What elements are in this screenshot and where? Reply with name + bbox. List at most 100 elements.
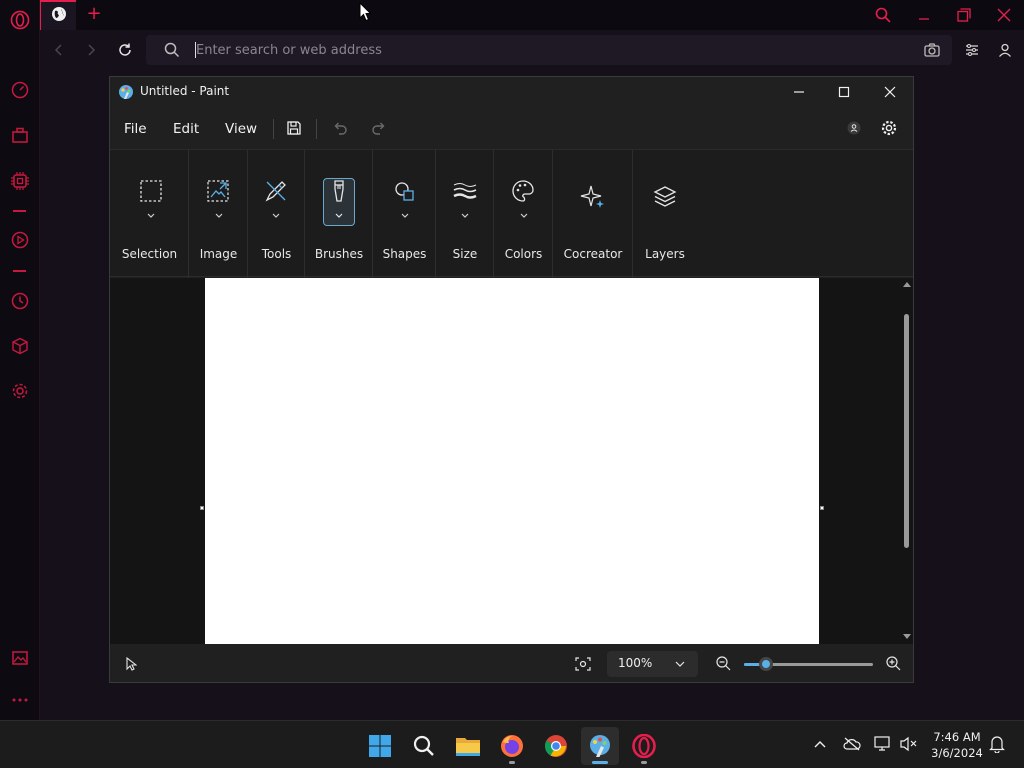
forward-icon[interactable] xyxy=(80,39,102,61)
notification-bell-icon[interactable] xyxy=(987,734,1007,754)
paint-menubar: File Edit View xyxy=(110,107,913,149)
ribbon-label: Shapes xyxy=(382,247,427,261)
address-field[interactable] xyxy=(146,35,952,65)
fit-to-window-icon[interactable] xyxy=(575,656,591,675)
ribbon-group-layers[interactable]: Layers xyxy=(633,150,697,278)
paint-window: Untitled - Paint File Edit View Selectio… xyxy=(109,76,914,683)
cocreator-sparkle-icon xyxy=(578,182,608,212)
ribbon-label: Selection xyxy=(121,247,178,261)
resize-handle-right[interactable] xyxy=(820,506,824,510)
ribbon-label: Colors xyxy=(504,247,543,261)
ribbon-group-shapes[interactable]: Shapes xyxy=(373,150,436,278)
history-icon[interactable] xyxy=(9,290,31,312)
scrollbar-thumb[interactable] xyxy=(904,314,909,548)
zoom-slider-knob[interactable] xyxy=(759,657,773,671)
chevron-down-icon xyxy=(401,213,409,218)
scroll-down-icon[interactable] xyxy=(903,634,911,640)
close-icon[interactable] xyxy=(878,81,902,103)
zoom-in-icon[interactable] xyxy=(886,656,901,675)
profile-icon[interactable] xyxy=(994,39,1016,61)
search-icon xyxy=(164,42,180,62)
ribbon-group-size[interactable]: Size xyxy=(436,150,494,278)
speed-dial-icon[interactable] xyxy=(9,79,31,101)
ribbon-group-brushes[interactable]: Brushes xyxy=(305,150,373,278)
ribbon-label: Cocreator xyxy=(563,247,623,261)
briefcase-icon[interactable] xyxy=(9,124,31,146)
sidebar-divider xyxy=(13,270,26,272)
palette-icon xyxy=(508,176,538,206)
player-icon[interactable] xyxy=(9,229,31,251)
search-tabs-icon[interactable] xyxy=(872,4,894,26)
restore-icon[interactable] xyxy=(953,4,975,26)
chrome-icon[interactable] xyxy=(537,727,575,765)
address-input[interactable] xyxy=(196,35,896,65)
ribbon-group-selection[interactable]: Selection xyxy=(110,150,189,278)
ribbon-group-cocreator[interactable]: Cocreator xyxy=(553,150,633,278)
menu-view[interactable]: View xyxy=(225,121,257,137)
chevron-down-icon xyxy=(272,213,280,218)
reload-icon[interactable] xyxy=(114,39,136,61)
paint-titlebar[interactable]: Untitled - Paint xyxy=(110,77,913,107)
ribbon-group-tools[interactable]: Tools xyxy=(248,150,305,278)
firefox-icon[interactable] xyxy=(493,727,531,765)
drawing-canvas[interactable] xyxy=(205,278,819,644)
menu-divider xyxy=(316,119,317,139)
shapes-icon xyxy=(390,176,420,206)
ribbon-label: Layers xyxy=(645,247,685,261)
account-icon[interactable] xyxy=(843,117,865,139)
chevron-down-icon xyxy=(215,213,223,218)
zoom-level-dropdown[interactable]: 100% xyxy=(607,651,698,677)
file-explorer-icon[interactable] xyxy=(449,727,487,765)
chevron-down-icon xyxy=(461,213,469,218)
save-icon[interactable] xyxy=(283,117,305,139)
tab-bar: + xyxy=(40,0,1024,30)
more-icon[interactable] xyxy=(9,689,31,711)
running-indicator xyxy=(509,761,515,764)
layers-icon xyxy=(650,182,680,212)
zoom-out-icon[interactable] xyxy=(716,656,731,675)
network-icon[interactable] xyxy=(873,734,893,754)
chevron-down-icon xyxy=(520,213,528,218)
chevron-down-icon xyxy=(675,661,685,667)
ribbon-group-colors[interactable]: Colors xyxy=(494,150,553,278)
cube-icon[interactable] xyxy=(9,335,31,357)
ai-chip-icon[interactable] xyxy=(9,170,31,192)
ribbon-group-image[interactable]: Image xyxy=(189,150,248,278)
opera-logo-icon[interactable] xyxy=(9,9,31,31)
resize-handle-left[interactable] xyxy=(200,506,204,510)
image-icon xyxy=(203,176,233,206)
paint-ribbon: Selection Image Tools Brushes Shapes Siz… xyxy=(110,149,913,278)
chevron-up-icon[interactable] xyxy=(810,734,830,754)
taskbar-clock[interactable]: 7:46 AM 3/6/2024 xyxy=(925,729,989,761)
close-icon[interactable] xyxy=(993,4,1015,26)
chevron-down-icon xyxy=(147,213,155,218)
taskbar: 7:46 AM 3/6/2024 xyxy=(0,720,1024,768)
new-tab-button[interactable]: + xyxy=(84,4,104,24)
tools-icon xyxy=(261,176,291,206)
clock-time: 7:46 AM xyxy=(933,730,981,744)
paint-app-icon xyxy=(118,84,134,104)
minimize-icon[interactable] xyxy=(787,81,811,103)
menu-edit[interactable]: Edit xyxy=(173,121,199,137)
windows-start-icon[interactable] xyxy=(361,727,399,765)
back-icon[interactable] xyxy=(48,39,70,61)
running-indicator xyxy=(641,761,647,764)
gallery-icon[interactable] xyxy=(9,647,31,669)
easy-setup-icon[interactable] xyxy=(961,39,983,61)
redo-icon[interactable] xyxy=(368,117,390,139)
search-icon[interactable] xyxy=(405,727,443,765)
zoom-slider[interactable] xyxy=(744,657,873,671)
opera-icon[interactable] xyxy=(625,727,663,765)
maximize-icon[interactable] xyxy=(832,81,856,103)
minimize-icon[interactable] xyxy=(913,4,935,26)
paint-icon[interactable] xyxy=(581,727,619,765)
camera-icon[interactable] xyxy=(924,42,940,62)
scroll-up-icon[interactable] xyxy=(903,281,911,287)
undo-icon[interactable] xyxy=(329,117,351,139)
settings-icon[interactable] xyxy=(9,380,31,402)
menu-file[interactable]: File xyxy=(124,121,147,137)
settings-gear-icon[interactable] xyxy=(878,117,900,139)
tab-active[interactable] xyxy=(40,0,76,30)
onedrive-icon[interactable] xyxy=(842,734,862,754)
volume-muted-icon[interactable] xyxy=(899,734,919,754)
